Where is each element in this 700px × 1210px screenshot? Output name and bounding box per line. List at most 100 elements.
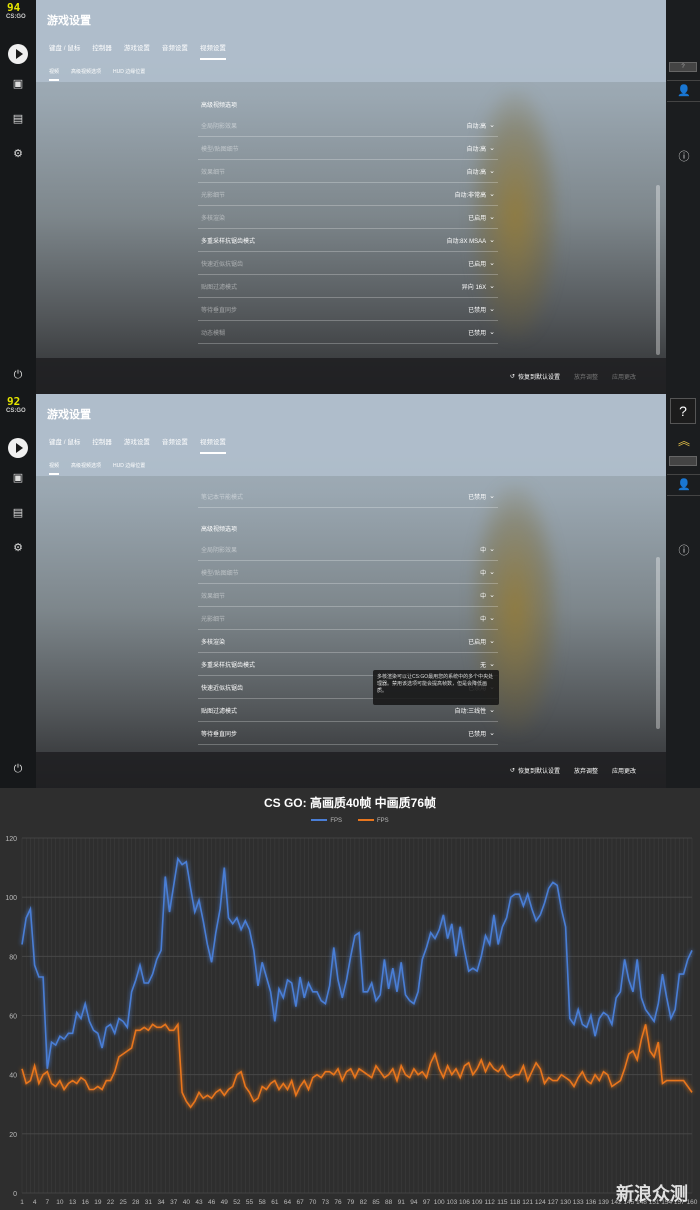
reset-defaults-button[interactable]: ↺ 恢复到默认设置 — [510, 766, 560, 775]
briefcase-icon[interactable]: ▣ — [11, 471, 25, 484]
setting-value[interactable]: 中 ⌄ — [480, 568, 495, 577]
tab-keyboard-mouse[interactable]: 键盘 / 鼠标 — [49, 436, 80, 454]
setting-row[interactable]: 全局阴影效果 自动:高 ⌄ — [198, 114, 498, 137]
play-icon[interactable] — [8, 44, 28, 64]
setting-value[interactable]: 已禁用⌄ — [468, 328, 495, 337]
x-tick-label: 79 — [347, 1199, 355, 1206]
x-tick-label: 64 — [284, 1199, 292, 1206]
setting-row[interactable]: 模型/贴图细节 中 ⌄ — [198, 561, 498, 584]
setting-row[interactable]: 效果细节 中 ⌄ — [198, 584, 498, 607]
setting-row[interactable]: 等待垂直同步 已禁用 ⌄ — [198, 722, 498, 745]
setting-value[interactable]: 已禁用⌄ — [468, 492, 495, 501]
setting-row[interactable]: 效果细节 自动:高 ⌄ — [198, 160, 498, 183]
setting-value[interactable]: 自动:非常高 ⌄ — [454, 190, 495, 199]
setting-row[interactable]: 模型/贴图细节 自动:高 ⌄ — [198, 137, 498, 160]
subtab-hud-edge[interactable]: HUD 边缘位置 — [113, 68, 145, 81]
setting-value[interactable]: 中 ⌄ — [480, 614, 495, 623]
subtab-video[interactable]: 视频 — [49, 68, 60, 81]
subtab-hud-edge[interactable]: HUD 边缘位置 — [113, 462, 145, 475]
x-tick-label: 67 — [296, 1199, 304, 1206]
x-tick-label: 10 — [56, 1199, 64, 1206]
x-tick-label: 4 — [33, 1199, 37, 1206]
setting-value[interactable]: 中 ⌄ — [480, 591, 495, 600]
setting-row[interactable]: 多核渲染 已启用 ⌄ — [198, 630, 498, 653]
fps-line-chart: 0 20 40 60 80 100 120 1 4 7 10 13 16 19 22 25 28 31 34 37 40… — [5, 836, 697, 1206]
setting-row[interactable]: 光影细节 自动:非常高 ⌄ — [198, 183, 498, 206]
chevron-down-icon: ⌄ — [489, 260, 495, 267]
setting-row[interactable]: 光影细节 中 ⌄ — [198, 607, 498, 630]
tab-keyboard-mouse[interactable]: 键盘 / 鼠标 — [49, 42, 80, 60]
tab-controller[interactable]: 控制器 — [92, 436, 112, 454]
screenshot-high-quality: 94 CS:GO ▣ ▤ ⚙ ⏻ ︽ ? 👤 ⓘ 游戏设置 键盘 / 鼠标 控制… — [0, 0, 700, 394]
gear-icon[interactable]: ⚙ — [11, 147, 25, 160]
setting-value[interactable]: 已启用 ⌄ — [468, 259, 495, 268]
setting-label: 模型/贴图细节 — [201, 570, 239, 577]
play-icon[interactable] — [8, 438, 28, 458]
scrollbar[interactable] — [656, 557, 660, 729]
setting-value[interactable]: 中 ⌄ — [480, 545, 495, 554]
chevron-down-icon: ⌄ — [489, 122, 495, 129]
discard-changes-button[interactable]: 放弃调整 — [574, 372, 598, 381]
question-icon[interactable]: ? — [669, 62, 697, 72]
gear-icon[interactable]: ⚙ — [11, 541, 25, 554]
setting-row[interactable]: 多核渲染 已启用 ⌄ — [198, 206, 498, 229]
x-tick-label: 19 — [94, 1199, 102, 1206]
setting-row[interactable]: 贴图过滤模式 异向 16X ⌄ — [198, 275, 498, 298]
y-tick-label: 80 — [9, 954, 17, 961]
setting-label: 等待垂直同步 — [201, 731, 238, 738]
setting-row[interactable]: 笔记本节能模式 已禁用 ⌄ — [198, 485, 498, 508]
setting-value[interactable]: 自动:高 ⌄ — [466, 121, 495, 130]
tab-video-settings[interactable]: 视频设置 — [199, 436, 226, 454]
setting-value[interactable]: 自动:高 ⌄ — [466, 167, 495, 176]
setting-value[interactable]: 已禁用⌄ — [468, 729, 495, 738]
setting-value[interactable]: 已禁用⌄ — [468, 305, 495, 314]
setting-row[interactable]: 多重采样抗锯齿模式 自动:8X MSAA ⌄ — [198, 229, 498, 252]
info-icon[interactable]: ⓘ — [672, 542, 696, 558]
reset-label: 恢复到默认设置 — [517, 769, 560, 775]
power-icon[interactable]: ⏻ — [11, 763, 25, 776]
scrollbar[interactable] — [656, 185, 660, 355]
apply-changes-button[interactable]: 应用更改 — [612, 766, 636, 775]
setting-value[interactable]: 异向 16X ⌄ — [462, 282, 495, 291]
y-tick-label: 40 — [9, 1073, 17, 1080]
section-title: 高级视频选项 — [201, 527, 238, 533]
setting-value[interactable]: 自动:8X MSAA ⌄ — [446, 236, 495, 245]
series-line-medium — [21, 1022, 693, 1109]
setting-row[interactable]: 等待垂直同步 已禁用 ⌄ — [198, 298, 498, 321]
setting-row[interactable]: 全局阴影效果 中 ⌄ — [198, 538, 498, 561]
setting-value[interactable]: 自动:高 ⌄ — [466, 144, 495, 153]
reset-defaults-button[interactable]: ↺ 恢复到默认设置 — [510, 372, 560, 381]
info-icon[interactable]: ⓘ — [672, 148, 696, 164]
x-tick-label: 124 — [535, 1199, 546, 1206]
x-tick-label: 97 — [423, 1199, 431, 1206]
x-tick-label: 115 — [497, 1199, 508, 1206]
tab-audio-settings[interactable]: 音频设置 — [162, 42, 188, 60]
apply-changes-button[interactable]: 应用更改 — [612, 372, 636, 381]
tab-game-settings[interactable]: 游戏设置 — [124, 436, 150, 454]
setting-row[interactable]: 快速近似抗锯齿 已启用 ⌄ — [198, 252, 498, 275]
subtab-advanced-video[interactable]: 高级视频选项 — [71, 68, 101, 81]
setting-value[interactable]: 已启用 ⌄ — [468, 637, 495, 646]
discard-changes-button[interactable]: 放弃调整 — [574, 766, 598, 775]
question-icon[interactable]: ? — [670, 398, 696, 424]
x-tick-label: 133 — [573, 1199, 584, 1206]
tab-game-settings[interactable]: 游戏设置 — [124, 42, 150, 60]
setting-row[interactable]: 动态模糊 已禁用 ⌄ — [198, 321, 498, 344]
tv-icon[interactable]: ▤ — [11, 506, 25, 519]
setting-value[interactable]: 自动:三线性 ⌄ — [454, 706, 495, 715]
subtab-advanced-video[interactable]: 高级视频选项 — [71, 462, 101, 475]
setting-value[interactable]: 已启用 ⌄ — [468, 213, 495, 222]
power-icon[interactable]: ⏻ — [11, 369, 25, 382]
tv-icon[interactable]: ▤ — [11, 112, 25, 125]
tab-video-settings[interactable]: 视频设置 — [199, 42, 226, 60]
subtab-video[interactable]: 视频 — [49, 462, 60, 475]
setting-value[interactable]: 无 ⌄ — [480, 660, 495, 669]
user-icon[interactable]: 👤 — [672, 84, 696, 97]
video-options: 笔记本节能模式 已禁用 ⌄ 高级视频选项 全局阴影效果中 ⌄ 模型/贴图细节中 ⌄ 效果细… — [198, 485, 498, 745]
chevron-down-icon: ⌄ — [489, 329, 495, 336]
tab-audio-settings[interactable]: 音频设置 — [162, 436, 188, 454]
user-icon[interactable]: 👤 — [672, 478, 696, 491]
briefcase-icon[interactable]: ▣ — [11, 77, 25, 90]
tab-controller[interactable]: 控制器 — [92, 42, 112, 60]
x-tick-label: 85 — [372, 1199, 380, 1206]
